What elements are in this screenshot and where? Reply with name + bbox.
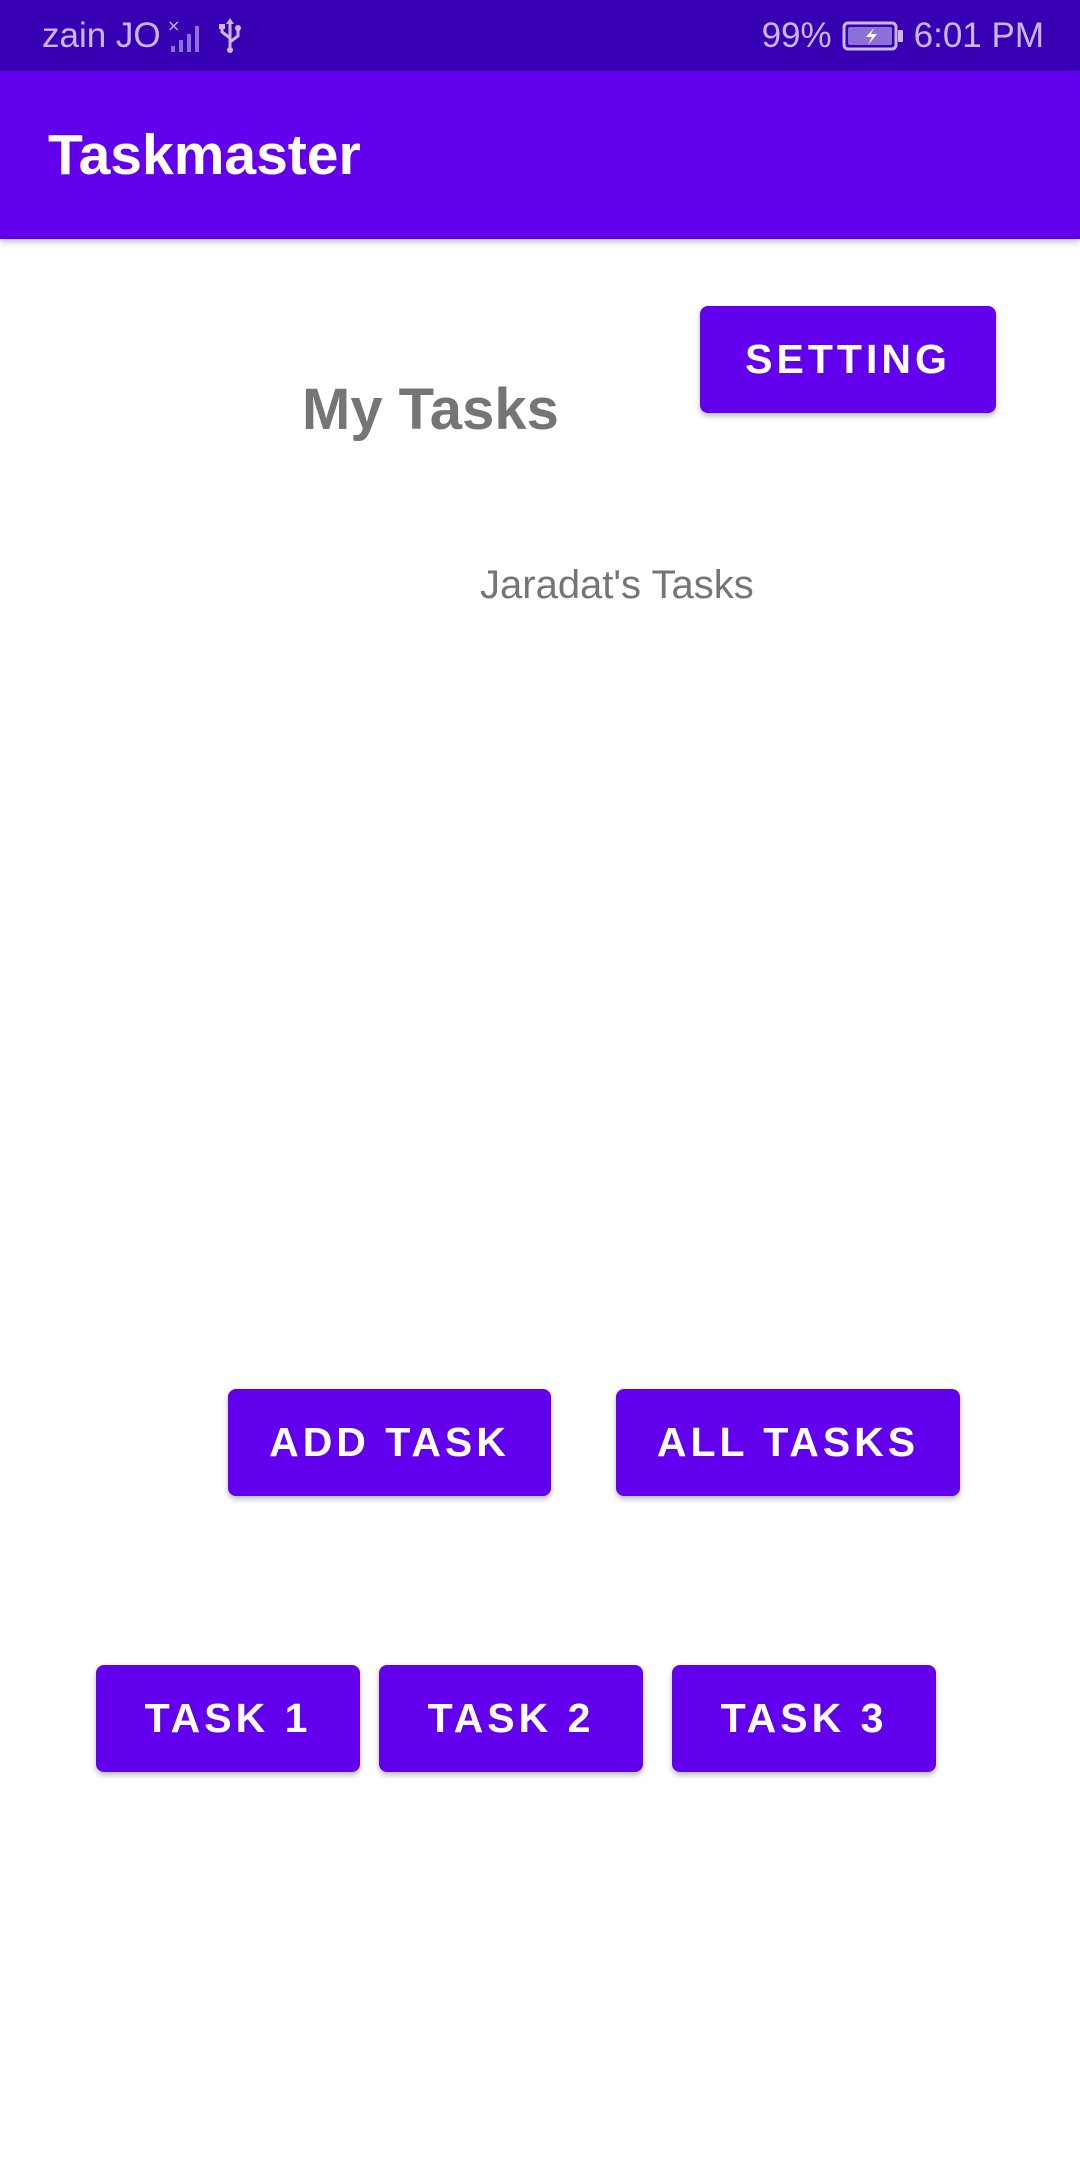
status-left: zain JO × [42,0,243,71]
usb-icon [217,17,243,54]
task-3-button[interactable]: TASK 3 [672,1665,936,1772]
tasks-owner-label: Jaradat's Tasks [480,563,754,607]
clock: 6:01 PM [913,15,1044,55]
svg-text:×: × [167,18,180,35]
task-1-button[interactable]: TASK 1 [96,1665,360,1772]
add-task-button[interactable]: ADD TASK [228,1389,551,1496]
battery-icon [842,20,904,52]
all-tasks-button[interactable]: ALL TASKS [616,1389,960,1496]
carrier-label: zain JO [42,15,161,55]
app-bar: Taskmaster [0,71,1080,239]
status-bar: zain JO × 99% 6:01 PM [0,0,1080,71]
signal-icon: × [167,18,205,54]
status-right: 99% 6:01 PM [762,0,1044,71]
app-title: Taskmaster [48,123,361,187]
setting-button[interactable]: SETTING [700,306,996,413]
page-heading: My Tasks [302,377,559,442]
battery-percent: 99% [761,15,832,55]
task-2-button[interactable]: TASK 2 [379,1665,643,1772]
